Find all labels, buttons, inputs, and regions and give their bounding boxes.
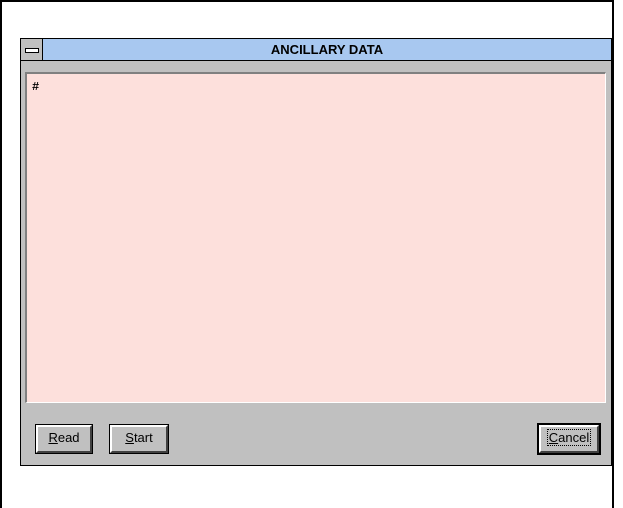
read-button-label-rest: ead <box>57 430 80 445</box>
read-button-mnemonic: R <box>48 430 58 445</box>
start-button-mnemonic: S <box>125 430 134 445</box>
cancel-button-focus-rect: Cancel <box>546 429 592 446</box>
start-button-label: Start <box>125 427 152 449</box>
cancel-button-label-rest: ancel <box>558 430 590 445</box>
cancel-button[interactable]: Cancel <box>539 425 599 453</box>
ancillary-data-dialog: ANCILLARY DATA # Read Start Cancel <box>20 38 612 466</box>
system-menu-button[interactable] <box>21 39 43 60</box>
read-button[interactable]: Read <box>36 425 92 453</box>
read-button-label: Read <box>48 427 79 449</box>
cancel-button-mnemonic: C <box>548 430 559 445</box>
window-title: ANCILLARY DATA <box>270 42 384 57</box>
start-button[interactable]: Start <box>110 425 168 453</box>
ancillary-data-text-area[interactable]: # <box>25 72 606 403</box>
title-bar[interactable]: ANCILLARY DATA <box>21 39 611 61</box>
system-menu-icon <box>25 48 39 53</box>
start-button-label-rest: tart <box>133 430 153 445</box>
